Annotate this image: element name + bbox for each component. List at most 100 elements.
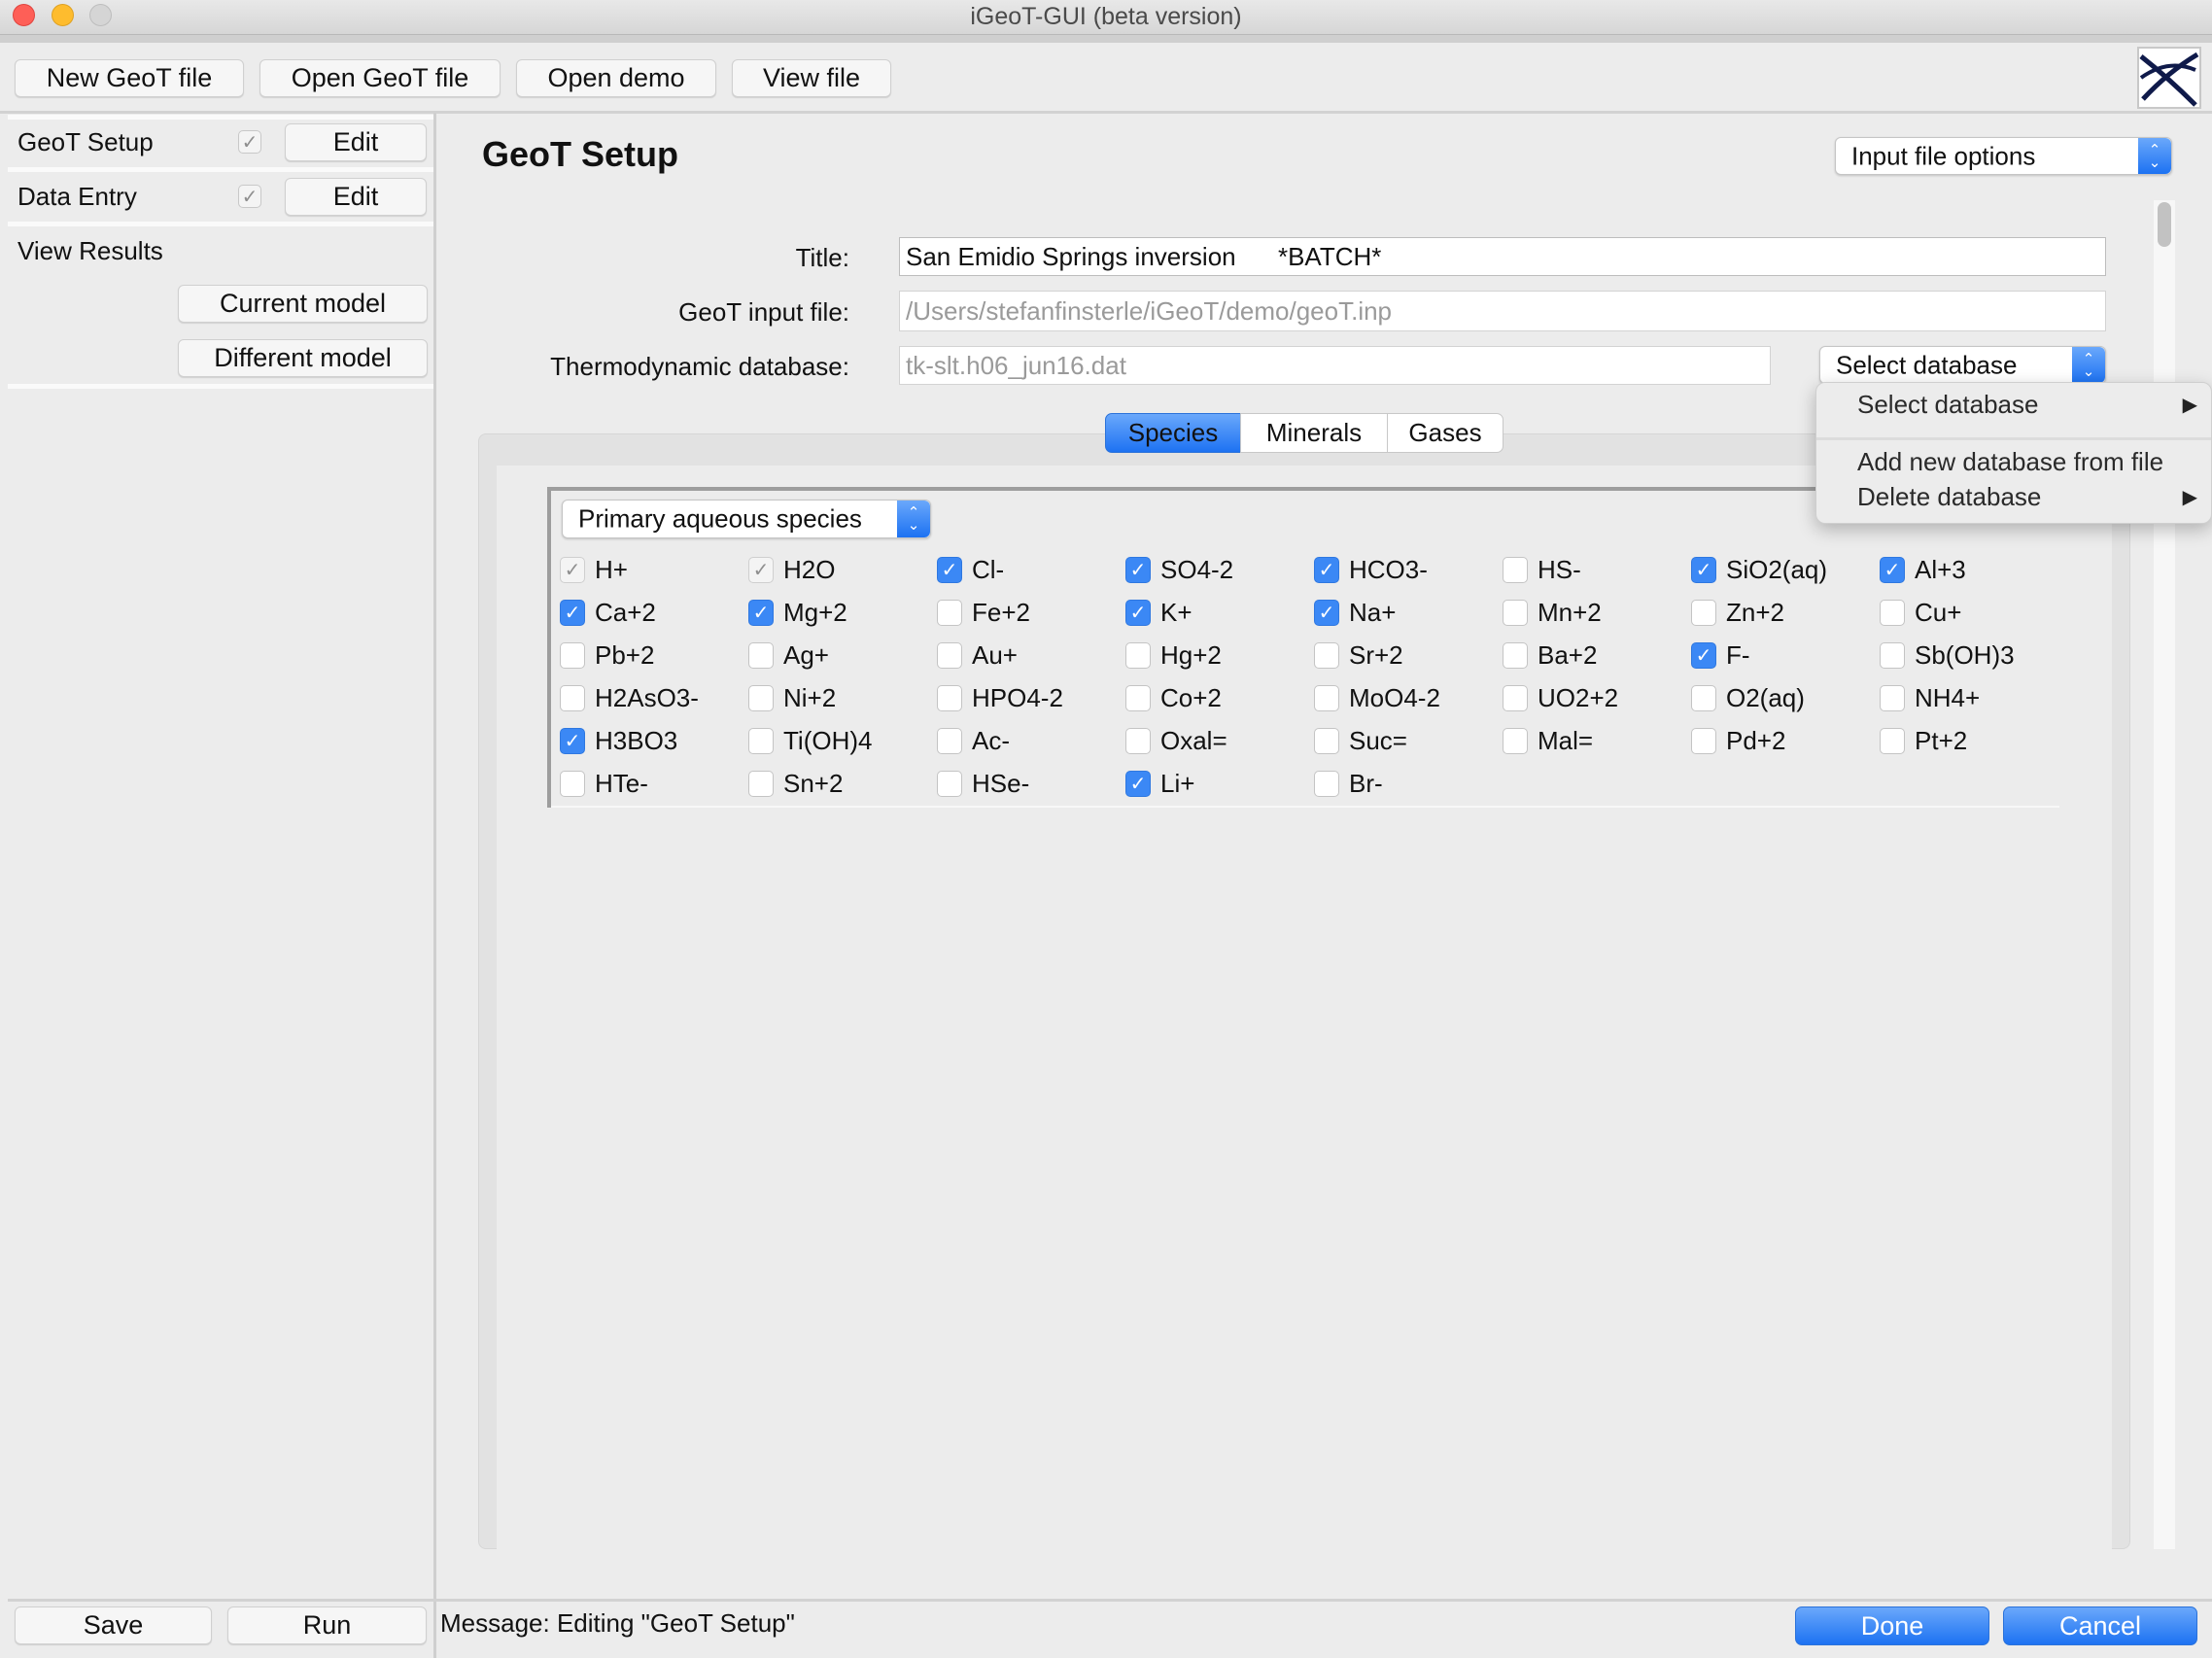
species-checkbox-item[interactable]: Oxal= [1125, 723, 1227, 758]
different-model-button[interactable]: Different model [178, 339, 428, 377]
species-checkbox-item[interactable]: Sn+2 [748, 766, 843, 801]
species-checkbox[interactable] [1691, 599, 1716, 626]
species-checkbox-item[interactable]: ✓ K+ [1125, 595, 1192, 630]
species-checkbox-item[interactable]: Sb(OH)3 [1880, 638, 2015, 673]
species-checkbox-item[interactable]: ✓ Cl- [937, 552, 1004, 587]
scrollbar-thumb[interactable] [2158, 202, 2171, 247]
species-checkbox-item[interactable]: NH4+ [1880, 680, 1980, 715]
tab-minerals[interactable]: Minerals [1240, 413, 1388, 453]
species-checkbox-item[interactable]: HPO4-2 [937, 680, 1063, 715]
species-checkbox-item[interactable]: Br- [1314, 766, 1383, 801]
species-checkbox-item[interactable]: Mal= [1503, 723, 1593, 758]
species-checkbox-item[interactable]: UO2+2 [1503, 680, 1618, 715]
species-checkbox[interactable] [1691, 684, 1716, 711]
view-file-button[interactable]: View file [732, 59, 891, 97]
species-checkbox[interactable] [560, 770, 585, 797]
species-checkbox[interactable] [1691, 727, 1716, 754]
species-checkbox[interactable] [748, 770, 774, 797]
tab-species[interactable]: Species [1105, 413, 1241, 453]
species-checkbox[interactable] [1125, 727, 1151, 754]
species-checkbox-item[interactable]: ✓ H3BO3 [560, 723, 677, 758]
species-checkbox-item[interactable]: Pd+2 [1691, 723, 1785, 758]
species-checkbox-item[interactable]: ✓ Mg+2 [748, 595, 847, 630]
species-checkbox[interactable] [1314, 684, 1339, 711]
new-geot-file-button[interactable]: New GeoT file [15, 59, 244, 97]
open-geot-file-button[interactable]: Open GeoT file [259, 59, 501, 97]
species-checkbox[interactable] [1503, 641, 1528, 669]
species-checkbox[interactable] [937, 599, 962, 626]
species-checkbox[interactable] [1503, 599, 1528, 626]
species-checkbox[interactable] [560, 641, 585, 669]
species-checkbox[interactable] [1880, 684, 1905, 711]
input-file-options-select[interactable]: Input file options ⌃ ⌄ [1835, 137, 2172, 175]
done-button[interactable]: Done [1795, 1606, 1989, 1645]
species-checkbox-item[interactable]: ✓ Ca+2 [560, 595, 656, 630]
species-checkbox[interactable]: ✓ [1691, 556, 1716, 583]
species-checkbox[interactable] [1880, 727, 1905, 754]
species-checkbox-item[interactable]: Mn+2 [1503, 595, 1602, 630]
species-checkbox-item[interactable]: Suc= [1314, 723, 1407, 758]
species-checkbox-item[interactable]: Ba+2 [1503, 638, 1597, 673]
species-checkbox-item[interactable]: ✓ SO4-2 [1125, 552, 1233, 587]
species-checkbox[interactable] [937, 727, 962, 754]
species-checkbox-item[interactable]: HSe- [937, 766, 1029, 801]
species-checkbox[interactable] [1880, 599, 1905, 626]
species-checkbox-item[interactable]: ✓ SiO2(aq) [1691, 552, 1827, 587]
species-checkbox[interactable] [1503, 684, 1528, 711]
species-checkbox[interactable]: ✓ [1125, 770, 1151, 797]
species-checkbox[interactable] [748, 641, 774, 669]
species-checkbox[interactable]: ✓ [1880, 556, 1905, 583]
species-checkbox[interactable] [937, 641, 962, 669]
species-checkbox-item[interactable]: ✓ F- [1691, 638, 1750, 673]
current-model-button[interactable]: Current model [178, 285, 428, 323]
species-checkbox[interactable]: ✓ [937, 556, 962, 583]
species-checkbox[interactable] [1503, 727, 1528, 754]
species-checkbox-item[interactable]: HTe- [560, 766, 648, 801]
menu-item-delete-database[interactable]: Delete database [1857, 482, 2041, 512]
species-checkbox[interactable]: ✓ [560, 727, 585, 754]
species-checkbox-item[interactable]: Hg+2 [1125, 638, 1222, 673]
species-checkbox[interactable] [1503, 556, 1528, 583]
species-checkbox-item[interactable]: ✓ Li+ [1125, 766, 1194, 801]
species-checkbox[interactable] [748, 684, 774, 711]
species-checkbox[interactable]: ✓ [1314, 556, 1339, 583]
edit-data-entry-button[interactable]: Edit [285, 178, 427, 216]
species-checkbox-item[interactable]: Pb+2 [560, 638, 654, 673]
species-checkbox-item[interactable]: Ni+2 [748, 680, 836, 715]
species-checkbox[interactable] [1314, 770, 1339, 797]
species-checkbox-item[interactable]: Co+2 [1125, 680, 1222, 715]
open-demo-button[interactable]: Open demo [516, 59, 716, 97]
species-checkbox-item[interactable]: ✓ Al+3 [1880, 552, 1966, 587]
species-checkbox[interactable]: ✓ [1125, 599, 1151, 626]
species-checkbox-item[interactable]: HS- [1503, 552, 1581, 587]
species-checkbox[interactable]: ✓ [748, 599, 774, 626]
species-checkbox-item[interactable]: MoO4-2 [1314, 680, 1440, 715]
species-checkbox-item[interactable]: Ac- [937, 723, 1010, 758]
edit-geot-setup-button[interactable]: Edit [285, 123, 427, 161]
species-checkbox-item[interactable]: H2AsO3- [560, 680, 699, 715]
species-checkbox[interactable] [748, 727, 774, 754]
species-checkbox[interactable] [937, 770, 962, 797]
species-checkbox-item[interactable]: Sr+2 [1314, 638, 1403, 673]
save-button[interactable]: Save [15, 1606, 212, 1644]
species-checkbox-item[interactable]: ✓ Na+ [1314, 595, 1396, 630]
species-checkbox[interactable]: ✓ [1125, 556, 1151, 583]
species-checkbox-item[interactable]: O2(aq) [1691, 680, 1805, 715]
species-checkbox-item[interactable]: Cu+ [1880, 595, 1961, 630]
species-checkbox-item[interactable]: Zn+2 [1691, 595, 1784, 630]
species-checkbox-item[interactable]: ✓ HCO3- [1314, 552, 1428, 587]
species-type-select[interactable]: Primary aqueous species ⌃ ⌄ [562, 500, 931, 538]
species-checkbox-item[interactable]: Pt+2 [1880, 723, 1967, 758]
species-checkbox[interactable] [1125, 641, 1151, 669]
species-checkbox-item[interactable]: Au+ [937, 638, 1018, 673]
species-checkbox-item[interactable]: Ag+ [748, 638, 829, 673]
species-checkbox[interactable]: ✓ [1691, 641, 1716, 669]
species-checkbox-item[interactable]: Fe+2 [937, 595, 1030, 630]
run-button[interactable]: Run [227, 1606, 427, 1644]
menu-item-select-database[interactable]: Select database [1857, 390, 2038, 420]
species-checkbox[interactable] [1314, 641, 1339, 669]
species-checkbox[interactable]: ✓ [1314, 599, 1339, 626]
species-checkbox[interactable] [1125, 684, 1151, 711]
species-checkbox[interactable] [937, 684, 962, 711]
tab-gases[interactable]: Gases [1387, 413, 1503, 453]
